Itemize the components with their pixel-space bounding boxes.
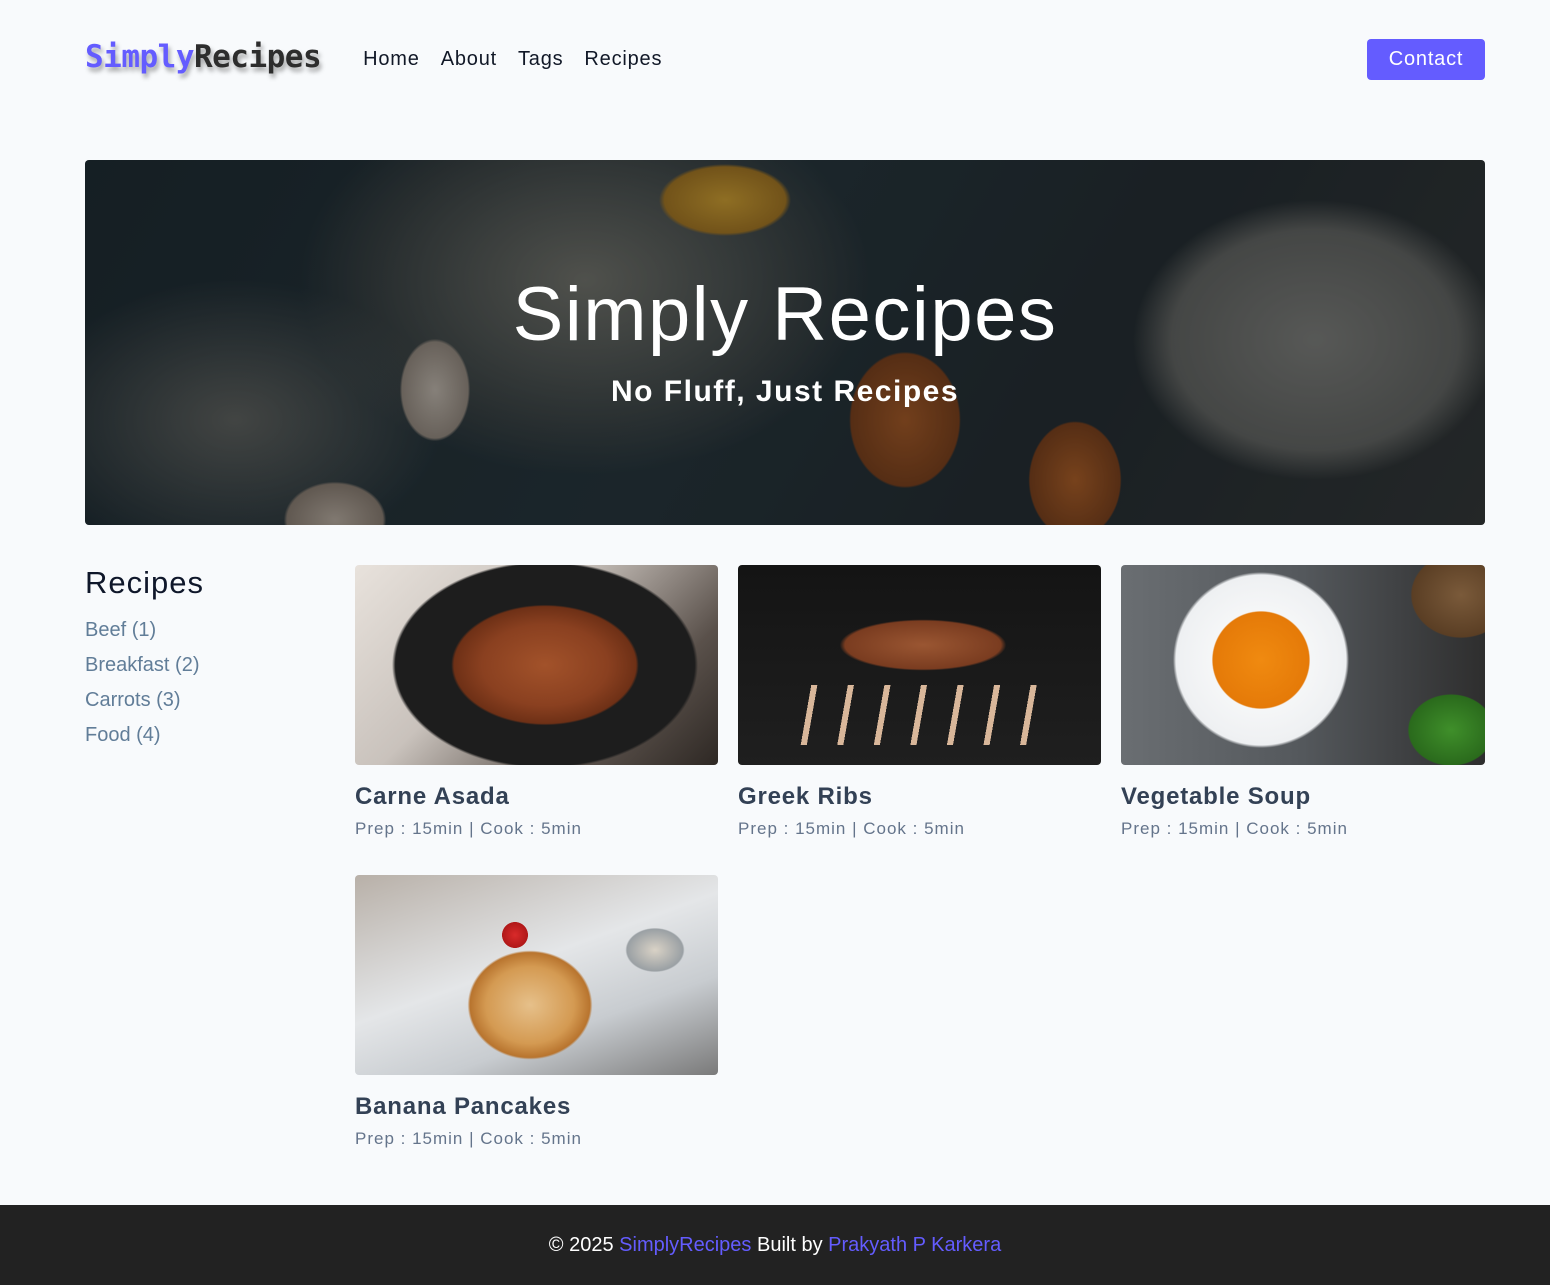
recipe-image-carne-asada	[355, 565, 718, 765]
recipe-card-greek-ribs[interactable]: Greek Ribs Prep : 15min | Cook : 5min	[738, 565, 1101, 839]
recipe-name: Carne Asada	[355, 783, 510, 810]
hero-text: Simply Recipes No Fluff, Just Recipes	[85, 160, 1485, 525]
site-logo[interactable]: SimplyRecipes	[85, 39, 322, 75]
recipe-meta: Prep : 15min | Cook : 5min	[738, 819, 965, 838]
nav-link-recipes[interactable]: Recipes	[584, 48, 662, 71]
recipe-card-vegetable-soup[interactable]: Vegetable Soup Prep : 15min | Cook : 5mi…	[1121, 565, 1485, 839]
recipe-card-banana-pancakes[interactable]: Banana Pancakes Prep : 15min | Cook : 5m…	[355, 875, 718, 1149]
tag-link-food[interactable]: Food (4)	[85, 718, 325, 753]
recipe-card-carne-asada[interactable]: Carne Asada Prep : 15min | Cook : 5min	[355, 565, 718, 839]
footer-built-by: Built by	[756, 1233, 823, 1256]
nav-link-tags[interactable]: Tags	[518, 48, 563, 71]
navbar: SimplyRecipes Home About Tags Recipes Co…	[85, 38, 1485, 80]
tag-link-carrots[interactable]: Carrots (3)	[85, 683, 325, 718]
recipe-image-vegetable-soup	[1121, 565, 1485, 765]
tags-panel: Recipes Beef (1) Breakfast (2) Carrots (…	[85, 565, 325, 753]
recipe-image-greek-ribs	[738, 565, 1101, 765]
nav-link-home[interactable]: Home	[363, 48, 420, 71]
footer: © 2025 SimplyRecipes Built by Prakyath P…	[0, 1205, 1550, 1285]
nav-links: Home About Tags Recipes	[363, 48, 662, 71]
recipe-name: Greek Ribs	[738, 783, 873, 810]
logo-part-simply: Simply	[85, 39, 194, 75]
hero-title: Simply Recipes	[512, 271, 1058, 357]
footer-brand-link[interactable]: SimplyRecipes	[619, 1234, 751, 1257]
footer-copyright: © 2025	[548, 1233, 614, 1256]
recipe-meta: Prep : 15min | Cook : 5min	[355, 819, 582, 838]
contact-button[interactable]: Contact	[1367, 38, 1485, 80]
recipe-meta: Prep : 15min | Cook : 5min	[355, 1129, 582, 1148]
tags-heading: Recipes	[85, 565, 204, 600]
logo-part-recipes: Recipes	[193, 39, 322, 75]
tag-link-beef[interactable]: Beef (1)	[85, 613, 325, 648]
recipe-name: Banana Pancakes	[355, 1093, 572, 1120]
hero-banner: Simply Recipes No Fluff, Just Recipes	[85, 160, 1485, 525]
recipe-image-banana-pancakes	[355, 875, 718, 1075]
recipe-name: Vegetable Soup	[1121, 783, 1311, 810]
nav-link-about[interactable]: About	[441, 48, 497, 71]
tag-link-breakfast[interactable]: Breakfast (2)	[85, 648, 325, 683]
footer-author-link[interactable]: Prakyath P Karkera	[828, 1234, 1001, 1257]
hero-subtitle: No Fluff, Just Recipes	[610, 374, 960, 408]
recipe-meta: Prep : 15min | Cook : 5min	[1121, 819, 1348, 838]
